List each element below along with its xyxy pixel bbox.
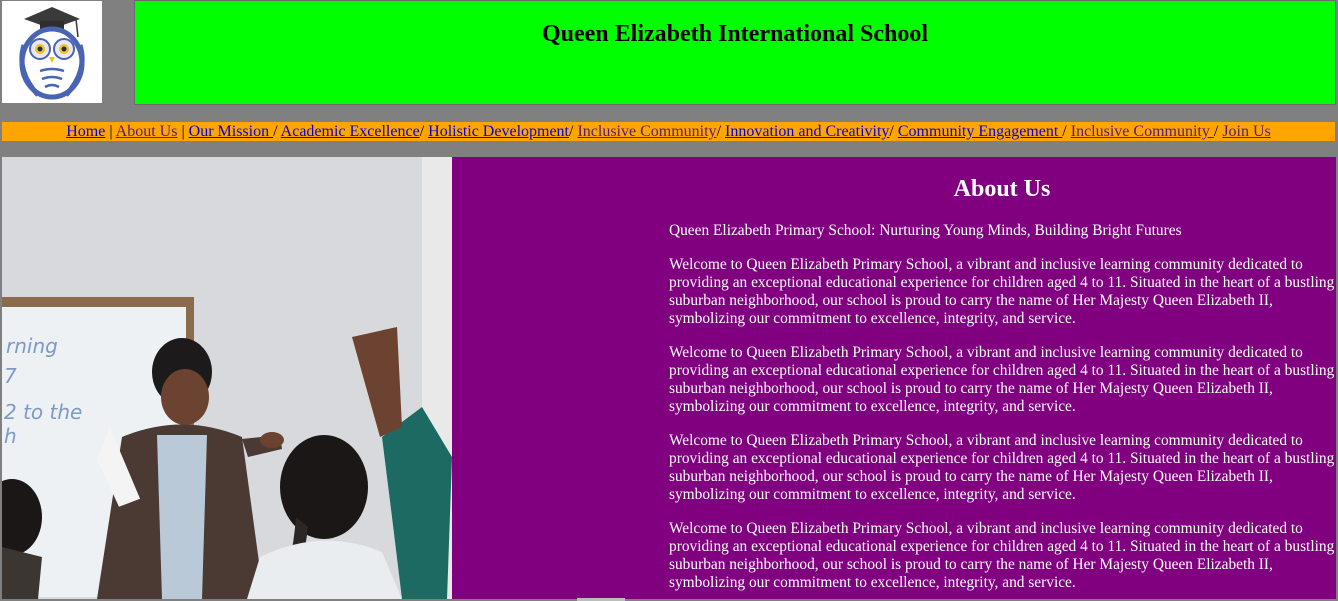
svg-text:h: h [4, 424, 17, 448]
svg-text:2 to the: 2 to the [4, 400, 82, 424]
nav-link-home[interactable]: Home [66, 123, 105, 140]
nav-separator: | [105, 123, 116, 140]
nav-separator: / [273, 123, 281, 140]
nav-link-community-engagement[interactable]: Community Engagement [898, 123, 1062, 140]
nav-link-about-us[interactable]: About Us [116, 123, 178, 140]
nav-link-inclusive-community[interactable]: Inclusive Community [577, 123, 716, 140]
teacher-classroom-photo-icon: rning 7 2 to the h [2, 157, 452, 599]
owl-logo-icon [19, 7, 85, 100]
nav-link-inclusive-community[interactable]: Inclusive Community [1071, 123, 1214, 140]
svg-text:rning: rning [6, 334, 58, 358]
nav-separator: / [889, 123, 898, 140]
header-banner: Queen Elizabeth International School [134, 0, 1336, 105]
nav-link-holistic-development[interactable]: Holistic Development [428, 123, 569, 140]
nav-link-innovation-and-creativity[interactable]: Innovation and Creativity [725, 123, 889, 140]
about-paragraph: Welcome to Queen Elizabeth Primary Schoo… [669, 520, 1335, 591]
about-content: Queen Elizabeth Primary School: Nurturin… [669, 222, 1335, 599]
nav-separator: | [177, 123, 189, 140]
nav-separator: / [1062, 123, 1071, 140]
about-paragraph: Welcome to Queen Elizabeth Primary Schoo… [669, 344, 1335, 415]
about-paragraph: Welcome to Queen Elizabeth Primary Schoo… [669, 432, 1335, 503]
about-tagline: Queen Elizabeth Primary School: Nurturin… [669, 222, 1182, 239]
site-title: Queen Elizabeth International School [541, 21, 929, 47]
nav-link-join-us[interactable]: Join Us [1222, 123, 1270, 140]
nav-separator: / [419, 123, 429, 140]
nav-link-academic-excellence[interactable]: Academic Excellence [281, 123, 420, 140]
about-heading: About Us [953, 176, 1051, 202]
hero-image: rning 7 2 to the h [2, 157, 452, 599]
nav-separator: / [716, 123, 726, 140]
school-logo [2, 1, 102, 103]
main-nav: Home | About Us | Our Mission / Academic… [2, 122, 1335, 141]
about-section: About Us Queen Elizabeth Primary School:… [452, 157, 1336, 599]
nav-link-our-mission[interactable]: Our Mission [189, 123, 273, 140]
about-paragraph: Welcome to Queen Elizabeth Primary Schoo… [669, 256, 1335, 327]
svg-text:7: 7 [4, 364, 17, 388]
